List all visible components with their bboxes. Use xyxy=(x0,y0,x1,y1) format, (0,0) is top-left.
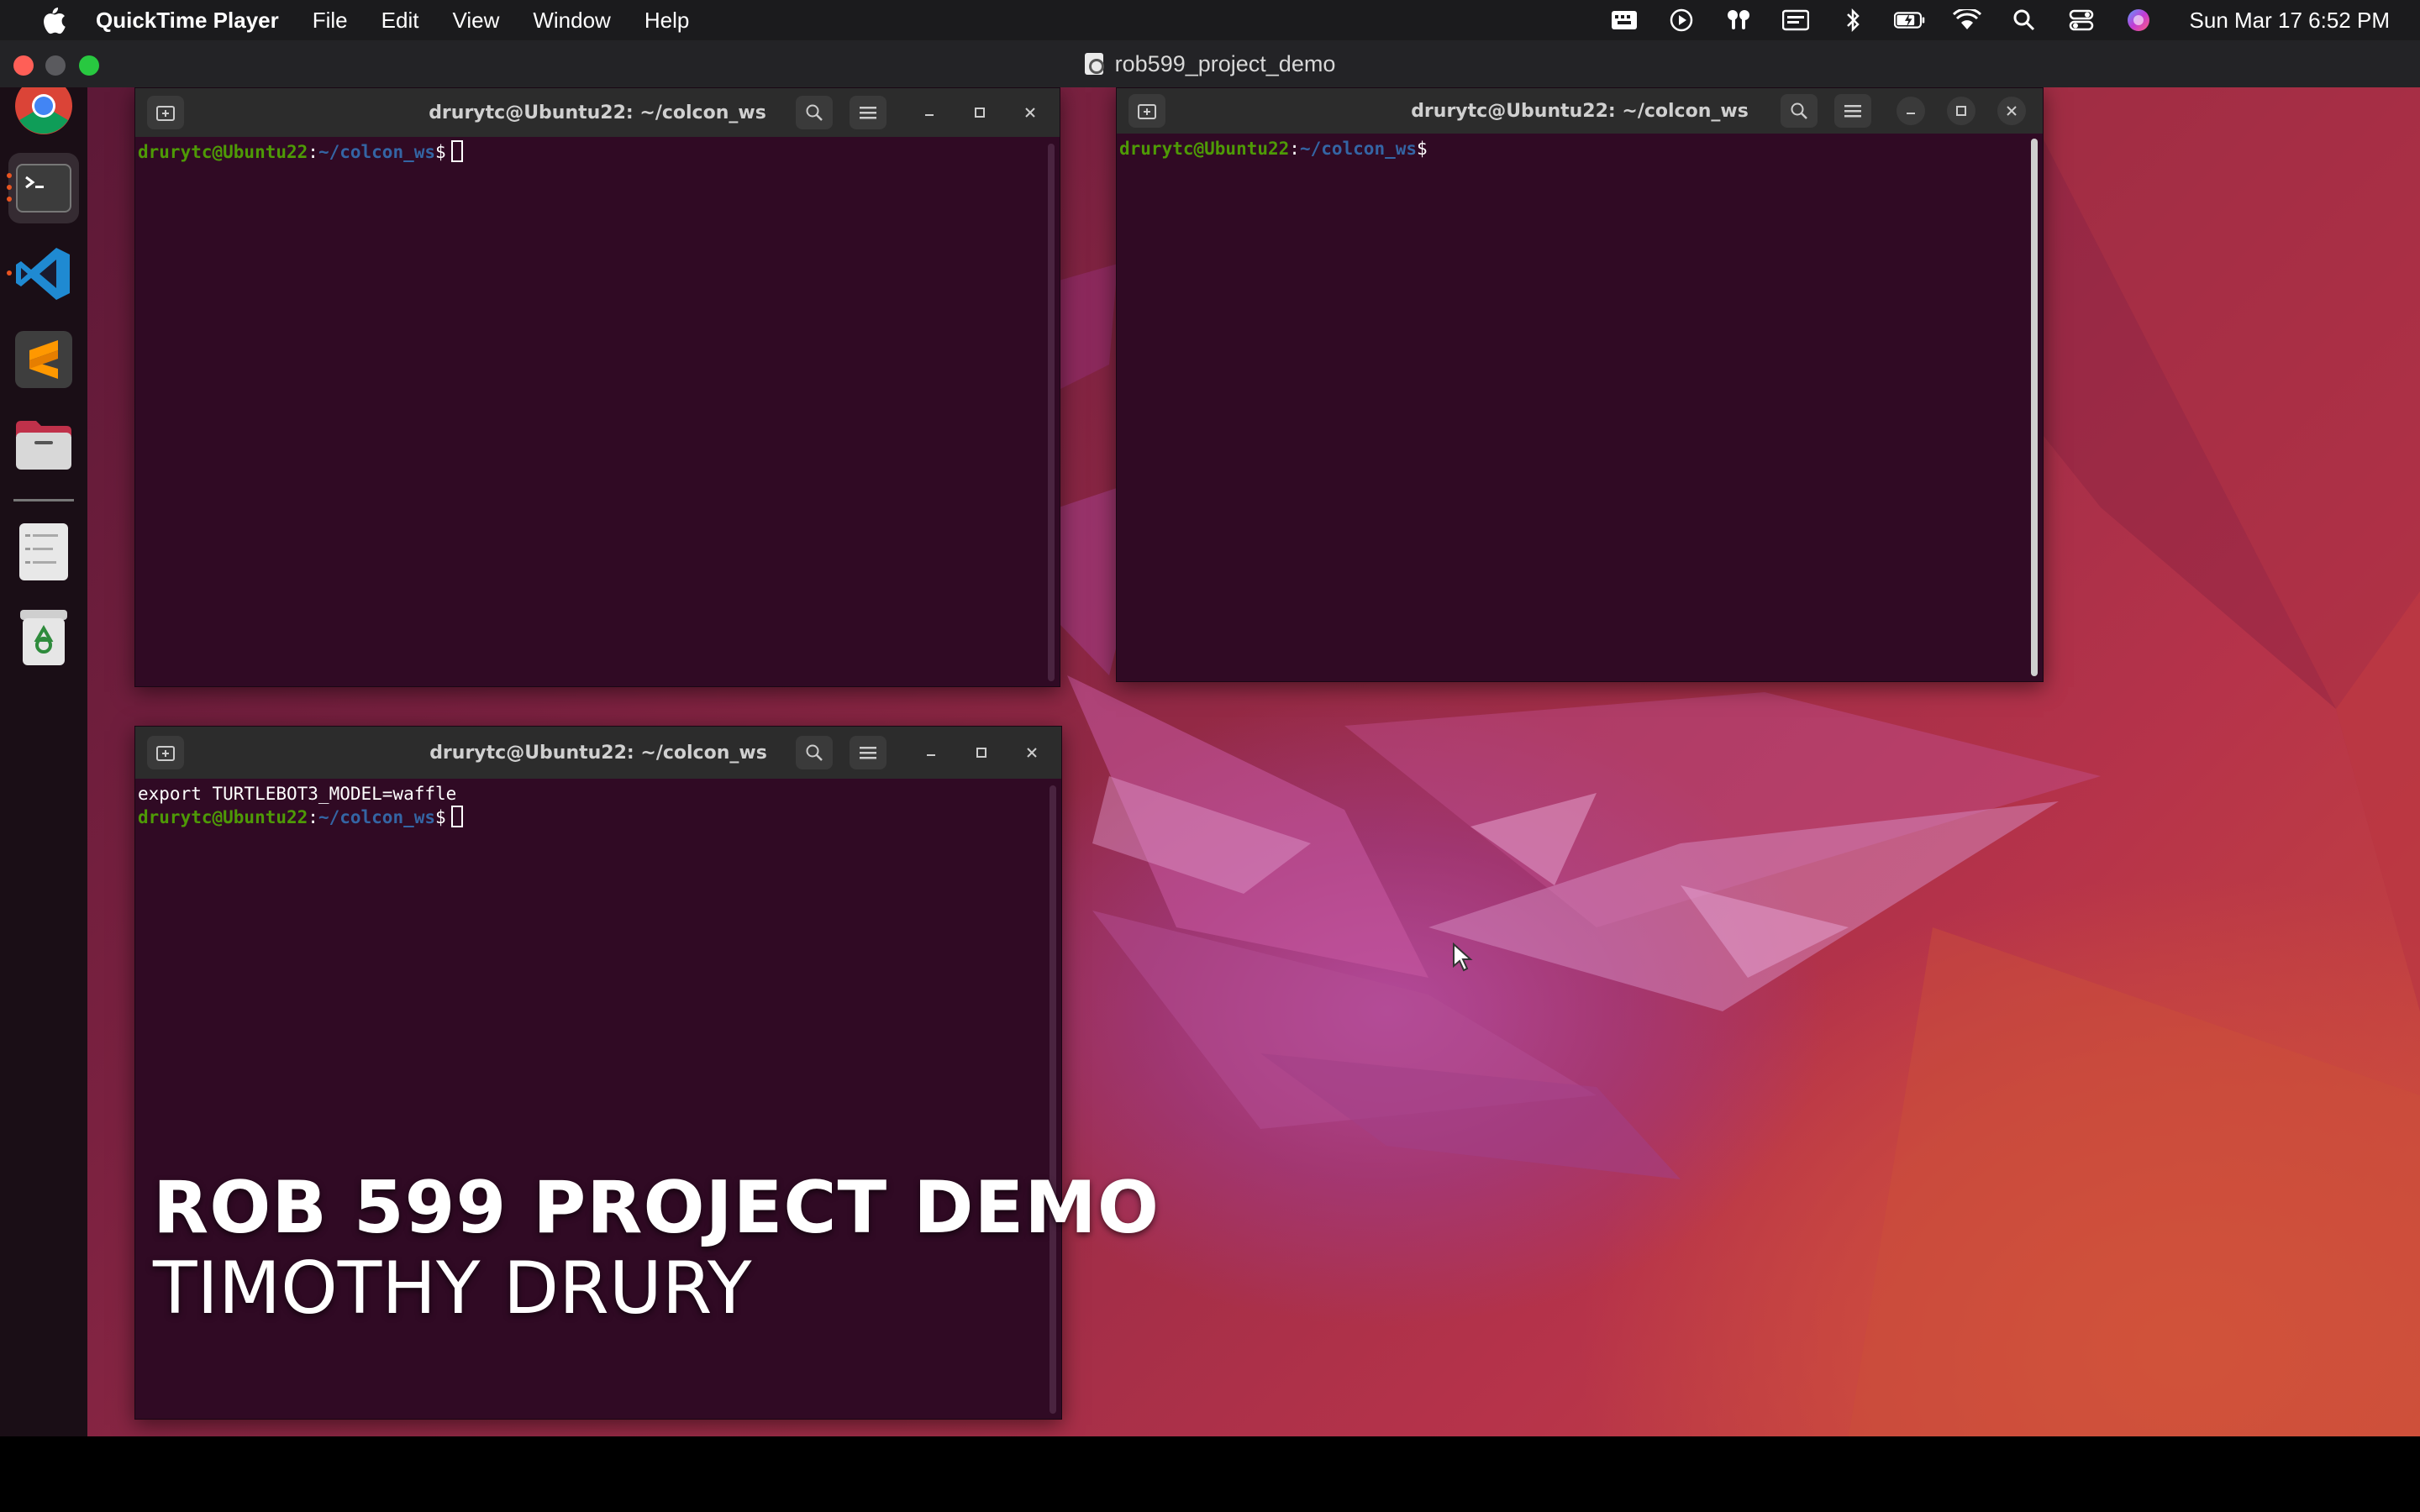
video-caption: ROB 599 PROJECT DEMO TIMOTHY DRURY xyxy=(153,1168,1160,1329)
menu-view[interactable]: View xyxy=(452,8,499,34)
ubuntu-dock xyxy=(0,87,87,1436)
files-icon[interactable] xyxy=(8,410,79,480)
close-button[interactable] xyxy=(1018,738,1046,767)
spotlight-search-icon[interactable] xyxy=(2008,8,2040,33)
text-editor-icon[interactable] xyxy=(8,517,79,587)
prompt-separator: : xyxy=(308,807,318,827)
battery-charging-icon[interactable] xyxy=(1893,8,1926,33)
text-cursor xyxy=(450,806,463,827)
bluetooth-icon[interactable] xyxy=(1837,8,1869,33)
terminal-headerbar[interactable]: drurytc@Ubuntu22: ~/colcon_ws xyxy=(135,727,1061,779)
hamburger-menu-button[interactable] xyxy=(850,96,886,129)
window-close-button[interactable] xyxy=(13,55,34,76)
menu-edit[interactable]: Edit xyxy=(381,8,419,34)
terminal-output[interactable]: drurytc@Ubuntu22:~/colcon_ws$ xyxy=(1117,134,2043,164)
minimize-button[interactable] xyxy=(915,98,944,127)
running-indicator xyxy=(7,270,12,276)
hamburger-menu-button[interactable] xyxy=(1834,94,1871,128)
menu-window[interactable]: Window xyxy=(533,8,610,34)
terminal-headerbar[interactable]: drurytc@Ubuntu22: ~/colcon_ws xyxy=(135,88,1060,137)
wifi-icon[interactable] xyxy=(1951,8,1983,33)
terminal-window[interactable]: drurytc@Ubuntu22: ~/colcon_ws drurytc@Ub… xyxy=(134,87,1060,687)
terminal-prompt-line: drurytc@Ubuntu22:~/colcon_ws$ xyxy=(138,806,1059,829)
prompt-dollar: $ xyxy=(435,142,446,162)
play-icon[interactable] xyxy=(1665,8,1697,33)
prompt-dollar: $ xyxy=(1417,139,1428,159)
running-indicator xyxy=(7,197,12,202)
control-center-icon[interactable] xyxy=(2065,8,2097,33)
window-minimize-button[interactable] xyxy=(45,55,66,76)
terminal-icon[interactable] xyxy=(7,153,79,223)
menu-app-name[interactable]: QuickTime Player xyxy=(96,8,279,34)
new-tab-button[interactable] xyxy=(147,96,184,129)
search-button[interactable] xyxy=(796,736,833,769)
terminal-window[interactable]: drurytc@Ubuntu22: ~/colcon_ws drurytc@Ub… xyxy=(1116,87,2044,682)
running-indicator xyxy=(7,173,12,178)
prompt-user: drurytc@Ubuntu22 xyxy=(1119,139,1290,159)
minimize-button[interactable] xyxy=(1897,97,1925,125)
terminal-prompt-line: drurytc@Ubuntu22:~/colcon_ws$ xyxy=(138,140,1057,164)
terminal-output[interactable]: export TURTLEBOT3_MODEL=waffle drurytc@U… xyxy=(135,779,1061,832)
hamburger-menu-button[interactable] xyxy=(850,736,886,769)
prompt-path: ~/colcon_ws xyxy=(1299,139,1418,159)
prompt-path: ~/colcon_ws xyxy=(318,142,436,162)
caption-subtitle: TIMOTHY DRURY xyxy=(153,1247,752,1331)
window-zoom-button[interactable] xyxy=(79,55,99,76)
close-button[interactable] xyxy=(1016,98,1044,127)
keyboard-input-icon[interactable] xyxy=(1780,8,1812,33)
prompt-user: drurytc@Ubuntu22 xyxy=(138,142,308,162)
minimize-button[interactable] xyxy=(917,738,945,767)
menu-file[interactable]: File xyxy=(313,8,348,34)
quicktime-document-icon xyxy=(1084,53,1104,75)
siri-icon[interactable] xyxy=(2123,8,2154,33)
prompt-separator: : xyxy=(308,142,318,162)
apple-menu-icon[interactable] xyxy=(29,6,79,34)
macos-menu-bar: QuickTime Player File Edit View Window H… xyxy=(0,0,2420,40)
close-button[interactable] xyxy=(1997,97,2026,125)
scrollbar[interactable] xyxy=(2031,139,2038,676)
prompt-dollar: $ xyxy=(435,807,446,827)
terminal-output[interactable]: drurytc@Ubuntu22:~/colcon_ws$ xyxy=(135,137,1060,167)
chrome-icon[interactable] xyxy=(8,87,79,141)
quicktime-window-title: rob599_project_demo xyxy=(1114,50,1336,76)
terminal-output-line: export TURTLEBOT3_MODEL=waffle xyxy=(138,784,457,804)
maximize-button[interactable] xyxy=(965,98,994,127)
new-tab-button[interactable] xyxy=(147,736,184,769)
dock-separator xyxy=(13,499,74,501)
maximize-button[interactable] xyxy=(1947,97,1975,125)
menu-help[interactable]: Help xyxy=(644,8,689,34)
scrollbar[interactable] xyxy=(1048,144,1055,681)
prompt-separator: : xyxy=(1289,139,1300,159)
caption-title: ROB 599 PROJECT DEMO xyxy=(153,1166,1160,1250)
sublime-text-icon[interactable] xyxy=(8,324,79,395)
airpods-icon[interactable] xyxy=(1723,8,1754,33)
text-cursor xyxy=(450,140,463,162)
terminal-headerbar[interactable]: drurytc@Ubuntu22: ~/colcon_ws xyxy=(1117,88,2043,134)
video-frame[interactable]: drurytc@Ubuntu22: ~/colcon_ws drurytc@Ub… xyxy=(0,87,2420,1436)
vscode-icon[interactable] xyxy=(7,239,79,309)
search-button[interactable] xyxy=(1781,94,1818,128)
maximize-button[interactable] xyxy=(967,738,996,767)
running-indicator xyxy=(7,185,12,190)
terminal-prompt-line: drurytc@Ubuntu22:~/colcon_ws$ xyxy=(1119,137,2040,160)
new-tab-button[interactable] xyxy=(1128,94,1165,128)
search-button[interactable] xyxy=(796,96,833,129)
trash-icon[interactable] xyxy=(8,602,79,673)
prompt-path: ~/colcon_ws xyxy=(318,807,436,827)
mouse-pointer-icon xyxy=(1453,942,1473,972)
prompt-user: drurytc@Ubuntu22 xyxy=(138,807,308,827)
quicktime-window-titlebar: rob599_project_demo xyxy=(0,40,2420,87)
screen-recording-icon[interactable] xyxy=(1608,8,1640,33)
menu-clock[interactable]: Sun Mar 17 6:52 PM xyxy=(2190,8,2390,34)
